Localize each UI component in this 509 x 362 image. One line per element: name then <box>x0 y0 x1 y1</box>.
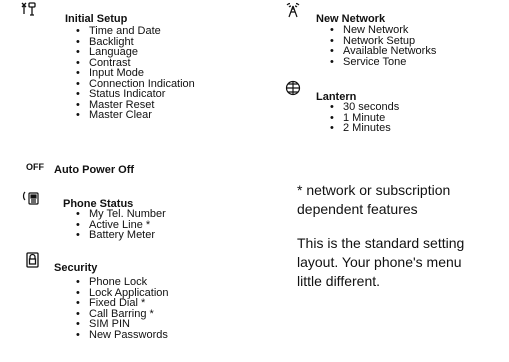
list-item: New Network <box>330 25 436 36</box>
list-item: Input Mode <box>76 68 195 79</box>
list-item: 2 Minutes <box>330 123 399 134</box>
lantern-list: 30 seconds 1 Minute 2 Minutes <box>330 102 399 134</box>
list-item: Battery Meter <box>76 230 166 241</box>
list-item: Available Networks <box>330 46 436 57</box>
list-item: Service Tone <box>330 56 436 68</box>
off-icon: OFF <box>26 162 44 172</box>
list-item: Phone Lock <box>76 277 169 288</box>
lantern-section: Lantern 30 seconds 1 Minute 2 Minutes <box>284 80 509 150</box>
list-item: My Tel. Number <box>76 209 166 220</box>
globe-icon <box>284 80 302 96</box>
footnote-network-dependent: * network or subscription dependent feat… <box>297 181 450 219</box>
phone-status-list: My Tel. Number Active Line * Battery Met… <box>76 209 166 241</box>
lock-icon <box>24 252 42 268</box>
list-item: Fixed Dial * <box>76 298 169 309</box>
security-section: Security Phone Lock Lock Application Fix… <box>26 252 250 360</box>
list-item: Language <box>76 47 195 58</box>
list-item: Status Indicator <box>76 89 195 100</box>
note-line: little different. <box>297 273 381 289</box>
security-title: Security <box>54 262 98 274</box>
initial-setup-section: Initial Setup Time and Date Backlight La… <box>21 0 250 155</box>
list-item: 30 seconds <box>330 102 399 113</box>
antenna-tower-icon <box>284 2 302 18</box>
security-list: Phone Lock Lock Application Fixed Dial *… <box>76 277 169 340</box>
footnote-line: dependent features <box>297 201 418 217</box>
note-line: This is the standard setting <box>297 235 465 251</box>
initial-setup-title: Initial Setup <box>65 13 128 25</box>
initial-setup-list: Time and Date Backlight Language Contras… <box>76 26 195 121</box>
footnote-line: * network or subscription <box>297 182 451 198</box>
list-item: New Passwords <box>76 329 169 341</box>
phone-status-section: Phone Status My Tel. Number Active Line … <box>22 190 250 250</box>
note-line: layout. Your phone's menu <box>297 254 462 270</box>
new-network-section: New Network New Network Network Setup Av… <box>286 0 509 80</box>
list-item: Time and Date <box>76 26 195 37</box>
standard-layout-note: This is the standard setting layout. You… <box>297 234 464 291</box>
list-item: SIM PIN <box>76 319 169 330</box>
new-network-list: New Network Network Setup Available Netw… <box>330 25 436 67</box>
auto-power-off-title: Auto Power Off <box>54 164 135 176</box>
tools-icon <box>20 1 38 17</box>
list-item: Master Clear <box>76 110 195 121</box>
phone-status-icon <box>22 190 40 206</box>
auto-power-off-section: OFF Auto Power Off <box>26 160 250 177</box>
